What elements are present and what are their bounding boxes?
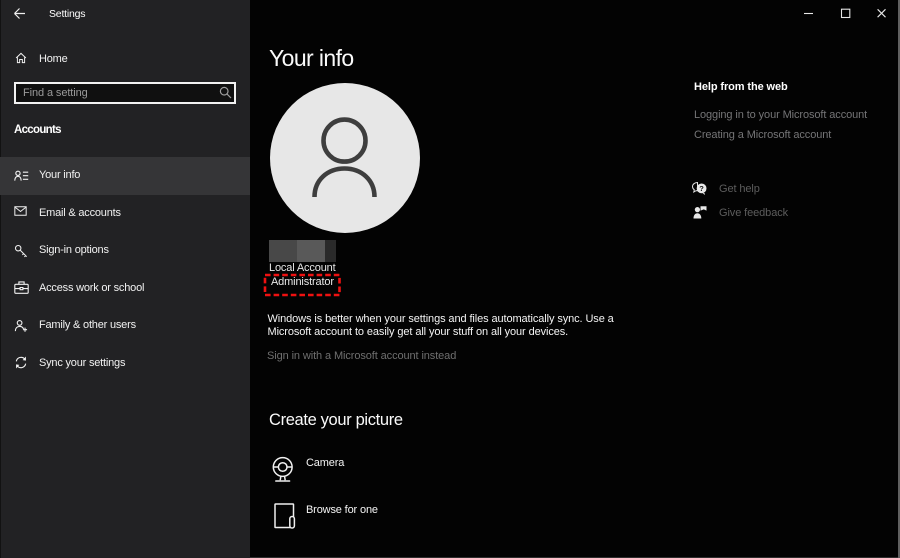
svg-text:?: ? <box>699 184 704 193</box>
